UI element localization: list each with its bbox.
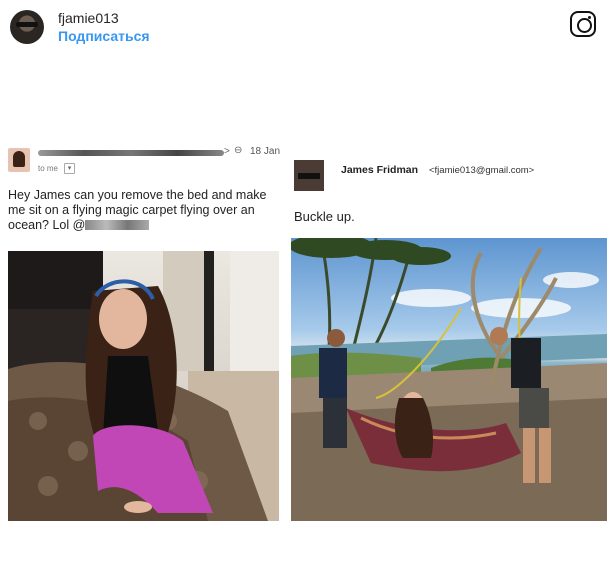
- profile-avatar[interactable]: [10, 10, 44, 44]
- james-fridman-avatar: [294, 160, 324, 191]
- instagram-icon[interactable]: [570, 11, 596, 37]
- sender-name: James Fridman: [341, 164, 419, 176]
- sender-email: <fjamie013@gmail.com>: [429, 165, 535, 176]
- follow-button[interactable]: Подписаться: [58, 28, 150, 44]
- request-message: Hey James can you remove the bed and mak…: [8, 188, 283, 233]
- edited-photo-scene: [291, 238, 607, 521]
- recipient-label: to me: [38, 164, 59, 173]
- original-photo: [8, 251, 279, 521]
- reply-arrow-icon: >: [224, 146, 230, 157]
- chevron-down-icon[interactable]: ▾: [64, 163, 75, 174]
- email-date: 18 Jan: [250, 146, 281, 157]
- reply-message: Buckle up.: [294, 209, 355, 224]
- redacted-handle: [85, 220, 150, 230]
- edited-photo: [291, 238, 607, 521]
- attachment-link-icon: ⊖: [234, 145, 243, 156]
- redacted-sender-bar: [38, 150, 224, 156]
- original-photo-scene: [8, 251, 279, 521]
- username[interactable]: fjamie013: [58, 10, 119, 26]
- sender-avatar: [8, 148, 30, 172]
